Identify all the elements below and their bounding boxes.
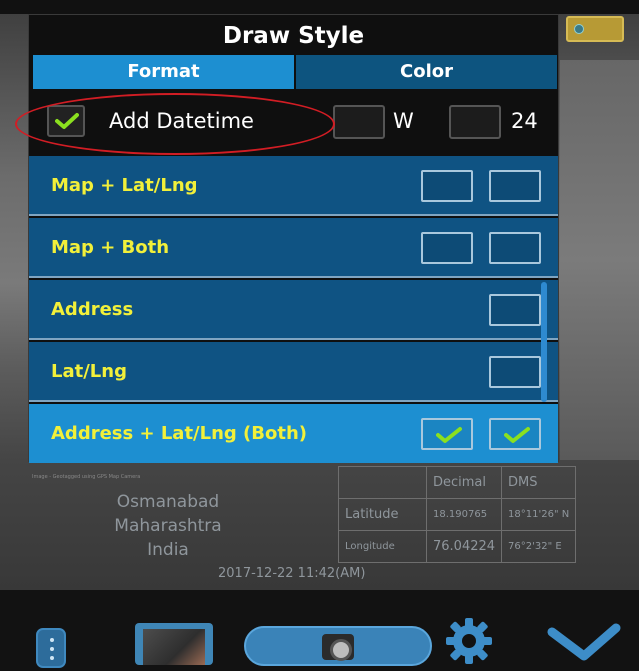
table-cell-label: Latitude (338, 498, 427, 531)
address-line: Osmanabad (116, 492, 220, 512)
highlight-annotation (15, 93, 335, 155)
list-item-label: Address + Lat/Lng (Both) (51, 423, 308, 444)
list-item-latlng[interactable]: Lat/Lng (29, 342, 558, 402)
list-item-address[interactable]: Address (29, 280, 558, 340)
24-hour-checkbox[interactable] (449, 105, 501, 139)
checkmark-icon (504, 427, 530, 443)
geotag-overlay: Image - Geotagged using GPS Map Camera O… (28, 462, 639, 590)
format-checkbox[interactable] (421, 232, 473, 264)
weekday-checkbox[interactable] (333, 105, 385, 139)
list-item-map-latlng[interactable]: Map + Lat/Lng (29, 156, 558, 216)
shutter-icon (322, 634, 354, 661)
confirm-check-icon[interactable] (546, 618, 622, 664)
weekday-label: W (393, 109, 414, 133)
format-checkbox[interactable] (489, 356, 541, 388)
list-item-address-latlng-both[interactable]: Address + Lat/Lng (Both) (29, 404, 558, 463)
draw-style-dialog: Draw Style Format Color Add Datetime W 2… (15, 14, 559, 463)
address-line: Maharashtra (114, 516, 222, 536)
table-cell-decimal: 76.04224 (425, 530, 503, 563)
table-cell-dms: 18°11'26" N (501, 498, 577, 531)
format-checkbox[interactable] (421, 418, 473, 450)
address-line: India (147, 540, 189, 560)
format-checkbox[interactable] (489, 232, 541, 264)
table-header-cell (338, 466, 427, 499)
list-item-label: Lat/Lng (51, 361, 127, 382)
folder-badge (574, 24, 584, 34)
coordinate-table: Decimal DMS Latitude 18.190765 18°11'26"… (338, 466, 577, 563)
shutter-button[interactable] (244, 626, 432, 666)
overlay-datetime: 2017-12-22 11:42(AM) (218, 566, 366, 581)
checkmark-icon (436, 427, 462, 443)
format-list: Map + Lat/Lng Map + Both Address Lat/Lng… (29, 156, 558, 463)
list-scrollbar[interactable] (541, 282, 547, 402)
dialog-title: Draw Style (222, 23, 365, 49)
format-checkbox[interactable] (489, 170, 541, 202)
24-hour-label: 24 (511, 109, 538, 133)
format-checkbox[interactable] (489, 418, 541, 450)
gallery-icon[interactable] (135, 623, 213, 665)
folder-icon[interactable] (566, 16, 624, 42)
table-row: Latitude 18.190765 18°11'26" N (338, 498, 577, 531)
tab-bar: Format Color (33, 55, 557, 89)
format-checkbox[interactable] (421, 170, 473, 202)
table-header-cell: Decimal (425, 466, 503, 499)
gallery-thumbnail (143, 629, 205, 665)
format-checkbox[interactable] (489, 294, 541, 326)
list-item-map-both[interactable]: Map + Both (29, 218, 558, 278)
overlay-address: Osmanabad Maharashtra India (68, 490, 268, 562)
table-header-cell: DMS (501, 466, 577, 499)
table-cell-decimal: 18.190765 (425, 498, 503, 531)
table-header-row: Decimal DMS (338, 466, 577, 499)
status-bar (0, 0, 639, 14)
list-item-label: Map + Both (51, 237, 170, 258)
menu-icon[interactable] (36, 628, 66, 668)
settings-icon[interactable] (444, 616, 494, 666)
preview-wall (560, 60, 639, 460)
table-row: Longitude 76.04224 76°2'32" E (338, 530, 577, 563)
overlay-attribution: Image - Geotagged using GPS Map Camera (32, 474, 141, 480)
table-cell-dms: 76°2'32" E (501, 530, 577, 563)
tab-color[interactable]: Color (296, 55, 557, 89)
tab-format[interactable]: Format (33, 55, 294, 89)
list-item-label: Address (51, 299, 134, 320)
list-item-label: Map + Lat/Lng (51, 175, 198, 196)
table-cell-label: Longitude (338, 530, 427, 563)
camera-toolbar (0, 590, 639, 671)
